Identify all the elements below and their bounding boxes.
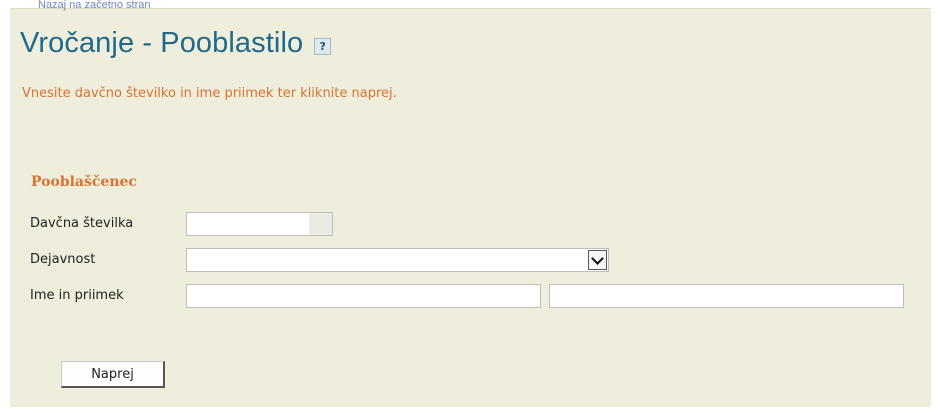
page-title-row: Vročanje - Pooblastilo ?: [20, 27, 332, 60]
first-name-input[interactable]: [186, 284, 541, 308]
last-name-input[interactable]: [549, 284, 904, 308]
help-icon[interactable]: ?: [314, 37, 332, 55]
instruction-text: Vnesite davčno številko in ime priimek t…: [22, 86, 397, 101]
activity-label: Dejavnost: [30, 252, 96, 267]
chevron-down-icon: [591, 251, 604, 265]
page-title: Vročanje - Pooblastilo: [20, 27, 304, 59]
section-heading-pooblascenec: Pooblaščenec: [31, 174, 137, 190]
next-button[interactable]: Naprej: [61, 361, 165, 388]
tax-number-label: Davčna številka: [30, 216, 134, 231]
activity-select[interactable]: [186, 248, 609, 272]
name-label: Ime in priimek: [30, 288, 124, 303]
activity-dropdown-button[interactable]: [588, 250, 607, 270]
form-panel: Nazaj na začetno stran Vročanje - Poobla…: [10, 0, 931, 407]
top-link[interactable]: Nazaj na začetno stran: [38, 0, 151, 13]
tax-number-input[interactable]: [186, 212, 333, 236]
